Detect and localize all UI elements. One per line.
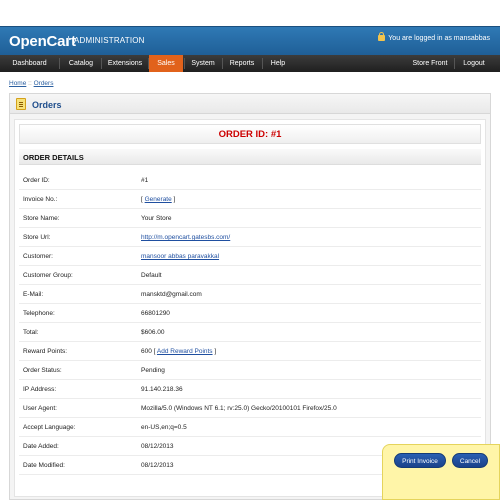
detail-row-store-url: Store Url: http://m.opencart.gatesbs.com… (19, 228, 481, 247)
breadcrumb-separator: :: (28, 80, 32, 87)
menu-separator (101, 58, 102, 69)
detail-label: Telephone: (23, 310, 55, 317)
detail-value: 91.140.218.36 (141, 386, 183, 393)
menu-sales[interactable]: Sales (149, 55, 183, 72)
detail-value: en-US,en;q=0.5 (141, 424, 187, 431)
detail-label: User Agent: (23, 405, 57, 412)
menu-logout[interactable]: Logout (456, 55, 492, 72)
detail-label: Store Url: (23, 234, 51, 241)
reward-prefix: 600 [ (141, 348, 156, 355)
detail-value: Pending (141, 367, 165, 374)
menu-system[interactable]: System (186, 55, 220, 72)
generate-invoice-link[interactable]: Generate (145, 196, 172, 203)
orders-icon (16, 98, 26, 110)
detail-label: Date Added: (23, 443, 59, 450)
detail-row-user-agent: User Agent: Mozilla/5.0 (Windows NT 6.1;… (19, 399, 481, 418)
order-details-title: ORDER DETAILS (23, 153, 84, 162)
detail-value: 66801290 (141, 310, 170, 317)
detail-row-invoice: Invoice No.: [ Generate ] (19, 190, 481, 209)
detail-label: Customer Group: (23, 272, 73, 279)
detail-row-order-status: Order Status: Pending (19, 361, 481, 380)
order-id-banner: ORDER ID: #1 (19, 124, 481, 144)
menu-separator (222, 58, 223, 69)
detail-label: Store Name: (23, 215, 60, 222)
administration-label: ADMINISTRATION (74, 36, 145, 45)
reward-suffix: ] (214, 348, 217, 355)
top-menu: Dashboard Catalog Extensions Sales Syste… (0, 55, 500, 72)
detail-row-ip-address: IP Address: 91.140.218.36 (19, 380, 481, 399)
order-content: ORDER ID: #1 ORDER DETAILS Order ID: #1 … (14, 119, 486, 497)
detail-row-accept-language: Accept Language: en-US,en;q=0.5 (19, 418, 481, 437)
menu-separator (59, 58, 60, 69)
menu-store-front[interactable]: Store Front (408, 55, 452, 72)
detail-value: Default (141, 272, 162, 279)
orders-panel: Orders ORDER ID: #1 ORDER DETAILS Order … (9, 93, 491, 500)
detail-row-customer-group: Customer Group: Default (19, 266, 481, 285)
detail-value: 600 [ Add Reward Points ] (141, 348, 216, 355)
detail-label: Accept Language: (23, 424, 76, 431)
order-details-header: ORDER DETAILS (19, 149, 481, 165)
detail-label: IP Address: (23, 386, 57, 393)
action-button-bar: Print Invoice Cancel (382, 444, 500, 500)
print-invoice-button[interactable]: Print Invoice (394, 453, 446, 468)
store-url-link[interactable]: http://m.opencart.gatesbs.com/ (141, 234, 230, 241)
detail-value: mansktd@gmail.com (141, 291, 202, 298)
detail-label: Date Modified: (23, 462, 65, 469)
detail-label: Order ID: (23, 177, 50, 184)
detail-value: Your Store (141, 215, 172, 222)
menu-separator (454, 58, 455, 69)
detail-value: #1 (141, 177, 149, 184)
panel-header: Orders (10, 94, 490, 114)
detail-row-store-name: Store Name: Your Store (19, 209, 481, 228)
logged-in-text: You are logged in as mansabbas (388, 35, 490, 42)
detail-value: 08/12/2013 (141, 462, 174, 469)
detail-row-customer: Customer: mansoor abbas paravakkal (19, 247, 481, 266)
customer-link[interactable]: mansoor abbas paravakkal (141, 253, 219, 260)
detail-label: Reward Points: (23, 348, 68, 355)
detail-label: Order Status: (23, 367, 62, 374)
invoice-suffix: ] (173, 196, 176, 203)
detail-value: Mozilla/5.0 (Windows NT 6.1; rv:25.0) Ge… (141, 405, 337, 412)
detail-label: Total: (23, 329, 39, 336)
cancel-button[interactable]: Cancel (452, 453, 488, 468)
logged-in-status: You are logged in as mansabbas (378, 32, 490, 42)
breadcrumb-home[interactable]: Home (9, 80, 26, 87)
breadcrumb: Home :: Orders (9, 80, 53, 87)
detail-row-total: Total: $606.00 (19, 323, 481, 342)
lock-icon (378, 32, 386, 41)
detail-value: 08/12/2013 (141, 443, 174, 450)
panel-title: Orders (32, 100, 62, 110)
detail-label: Customer: (23, 253, 53, 260)
detail-row-telephone: Telephone: 66801290 (19, 304, 481, 323)
detail-label: E-Mail: (23, 291, 44, 298)
add-reward-points-link[interactable]: Add Reward Points (157, 348, 213, 355)
menu-help[interactable]: Help (264, 55, 292, 72)
detail-row-reward-points: Reward Points: 600 [ Add Reward Points ] (19, 342, 481, 361)
detail-value: [ Generate ] (141, 196, 175, 203)
menu-dashboard[interactable]: Dashboard (8, 55, 51, 72)
order-id-title: ORDER ID: #1 (218, 129, 282, 140)
invoice-prefix: [ (141, 196, 143, 203)
detail-value: http://m.opencart.gatesbs.com/ (141, 234, 230, 241)
detail-label: Invoice No.: (23, 196, 58, 203)
menu-reports[interactable]: Reports (224, 55, 260, 72)
detail-value: $606.00 (141, 329, 165, 336)
breadcrumb-orders[interactable]: Orders (34, 80, 54, 87)
menu-catalog[interactable]: Catalog (64, 55, 98, 72)
menu-separator (262, 58, 263, 69)
logo-separator (68, 36, 69, 46)
header: OpenCart ADMINISTRATION You are logged i… (0, 0, 500, 55)
detail-value: mansoor abbas paravakkal (141, 253, 219, 260)
menu-separator (184, 58, 185, 69)
menu-extensions[interactable]: Extensions (104, 55, 146, 72)
logo[interactable]: OpenCart (9, 33, 76, 50)
detail-row-order-id: Order ID: #1 (19, 171, 481, 190)
detail-row-email: E-Mail: mansktd@gmail.com (19, 285, 481, 304)
